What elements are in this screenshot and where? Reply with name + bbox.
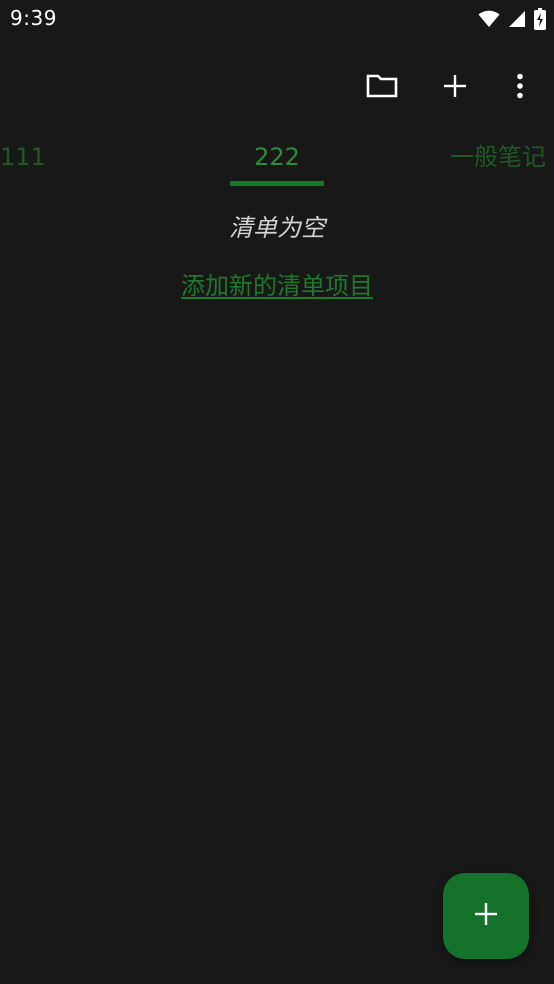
folder-button[interactable] [360, 64, 404, 108]
more-options-button[interactable] [498, 64, 542, 108]
more-vertical-icon [516, 73, 524, 99]
add-icon [443, 74, 467, 98]
app-screen: 9:39 111 222 一般笔记 清单为空 添加新的清单项目 [0, 0, 554, 984]
toolbar [0, 56, 554, 116]
status-time: 9:39 [10, 6, 57, 30]
add-icon [474, 902, 498, 930]
folder-icon [366, 73, 398, 99]
signal-icon [508, 10, 526, 28]
wifi-icon [478, 10, 500, 28]
empty-list-message: 清单为空 [229, 214, 325, 242]
tab-222[interactable]: 222 [230, 126, 324, 188]
tab-bar: 111 222 一般笔记 [0, 126, 554, 188]
tab-111[interactable]: 111 [0, 126, 46, 188]
status-bar: 9:39 [0, 0, 554, 40]
add-new-item-link[interactable]: 添加新的清单项目 [0, 266, 554, 306]
add-button[interactable] [433, 64, 477, 108]
tab-indicator [230, 181, 324, 186]
fab-add-button[interactable] [443, 873, 529, 959]
tab-general-notes[interactable]: 一般笔记 [450, 126, 546, 188]
battery-charging-icon [534, 8, 546, 30]
status-icons [478, 8, 546, 30]
